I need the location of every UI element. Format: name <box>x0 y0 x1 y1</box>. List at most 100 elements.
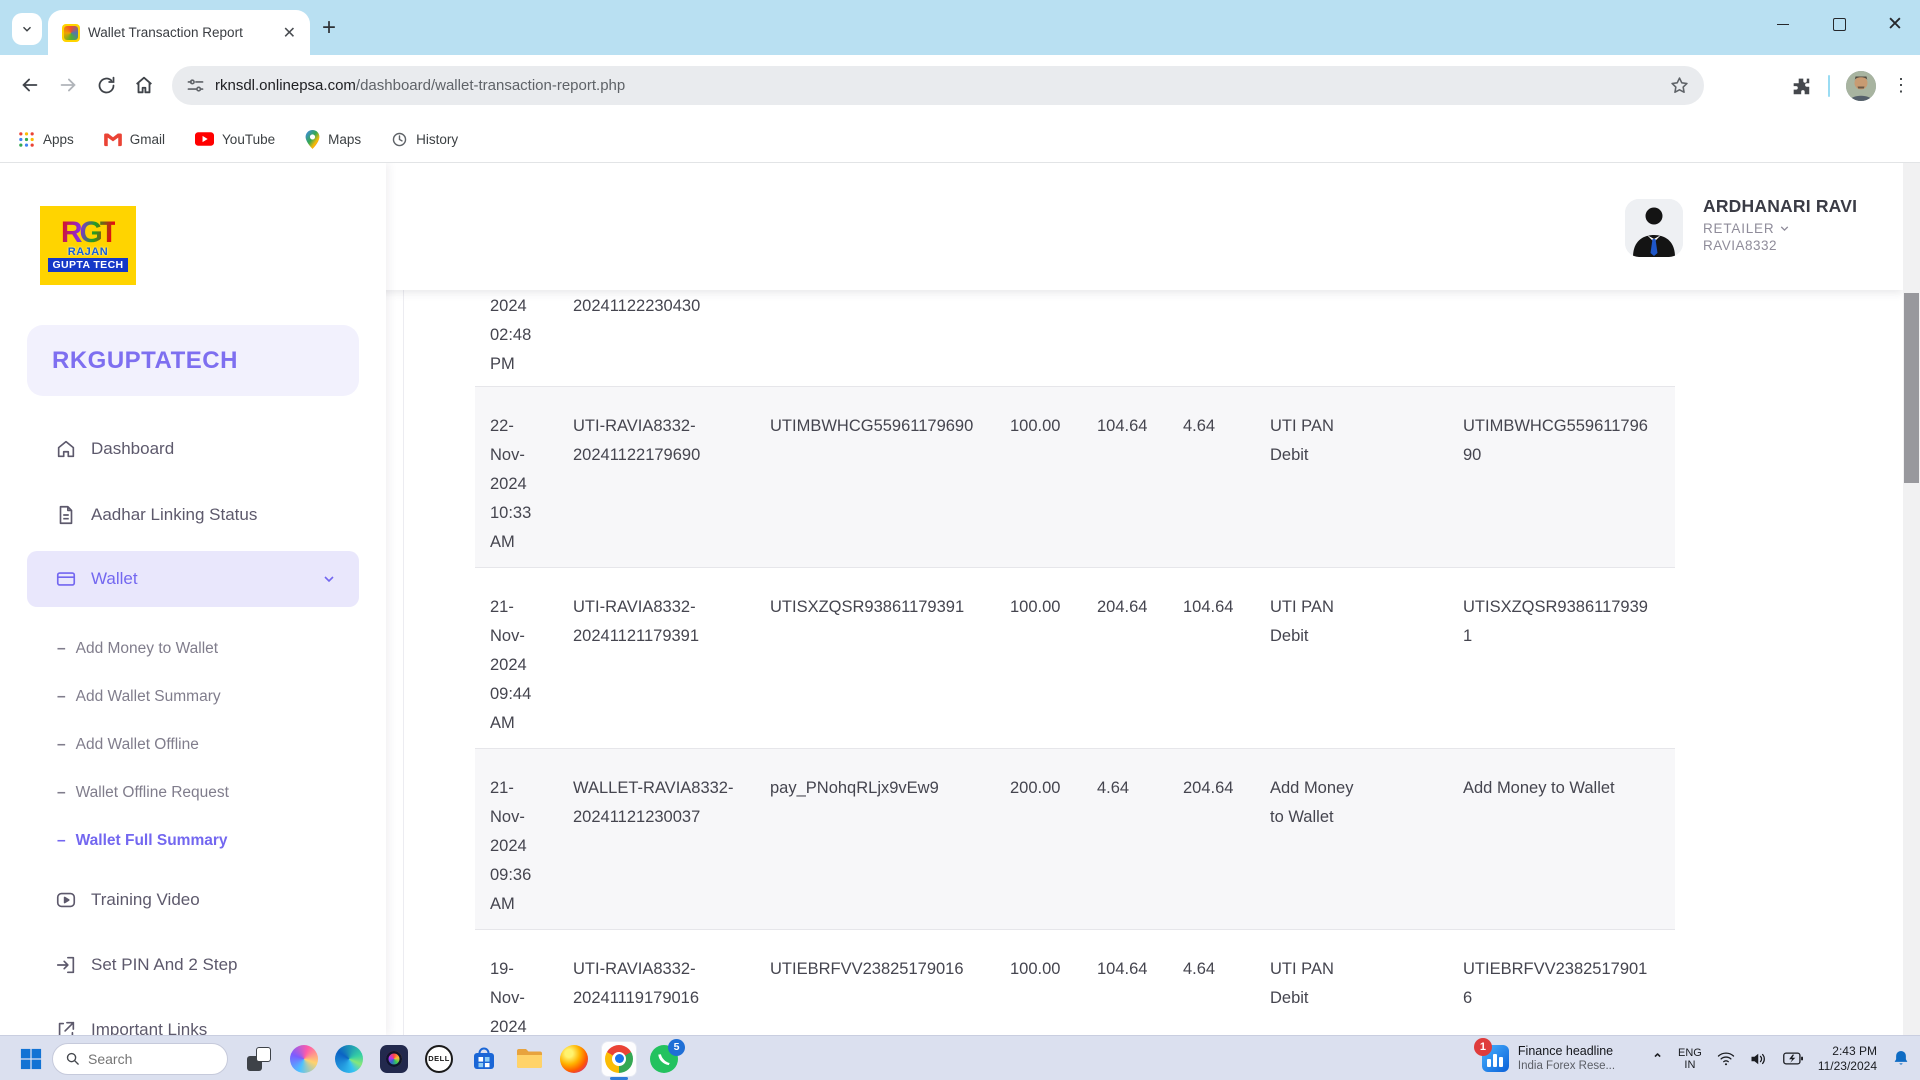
youtube-icon <box>195 132 214 146</box>
user-role: RETAILER <box>1703 221 1774 236</box>
table-cell: 200.00 <box>1010 749 1097 929</box>
firefox-icon <box>560 1045 588 1073</box>
company-logo: RGT RAJAN GUPTA TECH <box>40 206 136 285</box>
back-button[interactable] <box>14 69 46 101</box>
site-controls-icon <box>186 76 205 95</box>
browser-tab[interactable]: Wallet Transaction Report ✕ <box>48 10 310 55</box>
news-widget[interactable]: 1 Finance headline India Forex Rese... <box>1482 1044 1615 1073</box>
toolbar-separator <box>1828 75 1830 97</box>
chrome-button[interactable] <box>602 1042 636 1076</box>
sidebar-subitem-add-money-to-wallet[interactable]: –Add Money to Wallet <box>57 634 357 664</box>
ms-store-icon <box>471 1046 497 1072</box>
windows-start-button[interactable] <box>14 1042 48 1076</box>
document-icon <box>55 504 77 526</box>
sidebar-item-aadhar-linking-status[interactable]: Aadhar Linking Status <box>27 495 359 535</box>
notification-bell-icon[interactable] <box>1892 1049 1910 1068</box>
wallet-card-icon <box>55 568 77 590</box>
brand-name: RKGUPTATECH <box>52 347 238 375</box>
photos-app-button[interactable] <box>377 1042 411 1076</box>
table-cell: 21-Nov-2024 09:44 AM <box>490 568 573 748</box>
whatsapp-button[interactable]: 5 <box>647 1042 681 1076</box>
subitem-label: Wallet Full Summary <box>76 832 228 850</box>
sidebar-item-wallet[interactable]: Wallet <box>27 551 359 607</box>
page-scrollbar[interactable] <box>1903 163 1920 1035</box>
minimize-button[interactable] <box>1772 13 1794 35</box>
edge-button[interactable] <box>332 1042 366 1076</box>
tab-search-button[interactable] <box>12 13 42 45</box>
user-role-row[interactable]: RETAILER <box>1703 221 1857 236</box>
forward-arrow-icon <box>57 74 79 96</box>
gmail-icon <box>104 132 122 147</box>
extensions-icon[interactable] <box>1790 75 1812 97</box>
volume-icon[interactable] <box>1750 1051 1768 1067</box>
site-favicon <box>62 24 80 42</box>
profile-avatar[interactable] <box>1846 71 1876 101</box>
table-cell <box>1183 290 1270 386</box>
sidebar-subitem-wallet-full-summary[interactable]: –Wallet Full Summary <box>57 826 357 856</box>
chrome-icon <box>605 1045 633 1073</box>
dell-app-button[interactable]: DELL <box>422 1042 456 1076</box>
clock[interactable]: 2:43 PM 11/23/2024 <box>1818 1044 1877 1074</box>
bookmark-star-icon[interactable] <box>1669 75 1690 96</box>
menu-dots-icon[interactable]: ⋮ <box>1892 75 1910 96</box>
sidebar-item-label: Aadhar Linking Status <box>91 505 257 525</box>
firefox-button[interactable] <box>557 1042 591 1076</box>
table-cell: 22-Nov-2024 10:33 AM <box>490 387 573 567</box>
tab-close-icon[interactable]: ✕ <box>279 23 300 43</box>
user-info[interactable]: ARDHANARI RAVI RETAILER RAVIA8332 <box>1703 196 1857 253</box>
file-explorer-button[interactable] <box>512 1042 546 1076</box>
taskbar: DELL 5 <box>0 1035 1920 1080</box>
table-row: 2024 02:48 PM20241122230430 <box>475 290 1675 387</box>
bookmark-maps[interactable]: Maps <box>305 130 361 149</box>
dash-bullet: – <box>57 640 66 658</box>
taskbar-apps: DELL 5 <box>242 1042 681 1076</box>
table-cell <box>1010 290 1097 386</box>
table-cell: UTIMBWHCG55961179690 <box>1463 387 1675 567</box>
bookmark-gmail[interactable]: Gmail <box>104 132 165 147</box>
table-row: 21-Nov-2024 09:44 AMUTI-RAVIA8332-202411… <box>475 568 1675 749</box>
whatsapp-icon: 5 <box>650 1045 678 1073</box>
new-tab-button[interactable]: + <box>322 14 336 42</box>
reload-button[interactable] <box>90 69 122 101</box>
task-view-button[interactable] <box>242 1042 276 1076</box>
table-cell: Add Money to Wallet <box>1463 749 1675 929</box>
ms-store-button[interactable] <box>467 1042 501 1076</box>
dash-bullet: – <box>57 736 66 754</box>
forward-button[interactable] <box>52 69 84 101</box>
sidebar-item-training-video[interactable]: Training Video <box>27 880 359 920</box>
sidebar-subitem-add-wallet-offline[interactable]: –Add Wallet Offline <box>57 730 357 760</box>
maximize-button[interactable] <box>1828 13 1850 35</box>
url-bar[interactable]: rknsdl.onlinepsa.com/dashboard/wallet-tr… <box>172 66 1704 105</box>
table-cell: 21-Nov-2024 09:36 AM <box>490 749 573 929</box>
sidebar-item-set-pin[interactable]: Set PIN And 2 Step <box>27 945 359 985</box>
search-input[interactable] <box>88 1051 208 1067</box>
wifi-icon[interactable] <box>1717 1051 1735 1067</box>
reload-icon <box>96 75 117 96</box>
battery-icon[interactable] <box>1783 1051 1803 1066</box>
bookmark-label: Gmail <box>130 132 165 147</box>
table-cell: UTI-RAVIA8332-20241122179690 <box>573 387 770 567</box>
play-video-icon <box>55 889 77 911</box>
copilot-button[interactable] <box>287 1042 321 1076</box>
home-button[interactable] <box>128 69 160 101</box>
tray-chevron-icon[interactable]: ⌃ <box>1652 1051 1663 1067</box>
table-cell: UTI-RAVIA8332-20241119179016 <box>573 930 770 1035</box>
scrollbar-thumb[interactable] <box>1904 293 1919 483</box>
user-avatar[interactable] <box>1625 199 1683 257</box>
sidebar-subitem-add-wallet-summary[interactable]: –Add Wallet Summary <box>57 682 357 712</box>
sidebar-item-important-links[interactable]: Important Links <box>27 1010 359 1035</box>
table-cell: Add Money to Wallet <box>1270 749 1463 929</box>
brand-button[interactable]: RKGUPTATECH <box>27 325 359 396</box>
sidebar-item-dashboard[interactable]: Dashboard <box>27 429 359 469</box>
dash-bullet: – <box>57 832 66 850</box>
language-indicator[interactable]: ENG IN <box>1678 1047 1702 1071</box>
logo-line-guptatech: GUPTA TECH <box>48 258 127 272</box>
bookmark-apps[interactable]: Apps <box>18 131 74 148</box>
chevron-down-icon <box>321 571 337 587</box>
bookmark-history[interactable]: History <box>391 131 458 148</box>
table-cell: UTI-RAVIA8332-20241121179391 <box>573 568 770 748</box>
sidebar-subitem-wallet-offline-request[interactable]: –Wallet Offline Request <box>57 778 357 808</box>
taskbar-search[interactable] <box>52 1043 228 1075</box>
bookmark-youtube[interactable]: YouTube <box>195 132 275 147</box>
close-button[interactable]: ✕ <box>1884 13 1906 35</box>
